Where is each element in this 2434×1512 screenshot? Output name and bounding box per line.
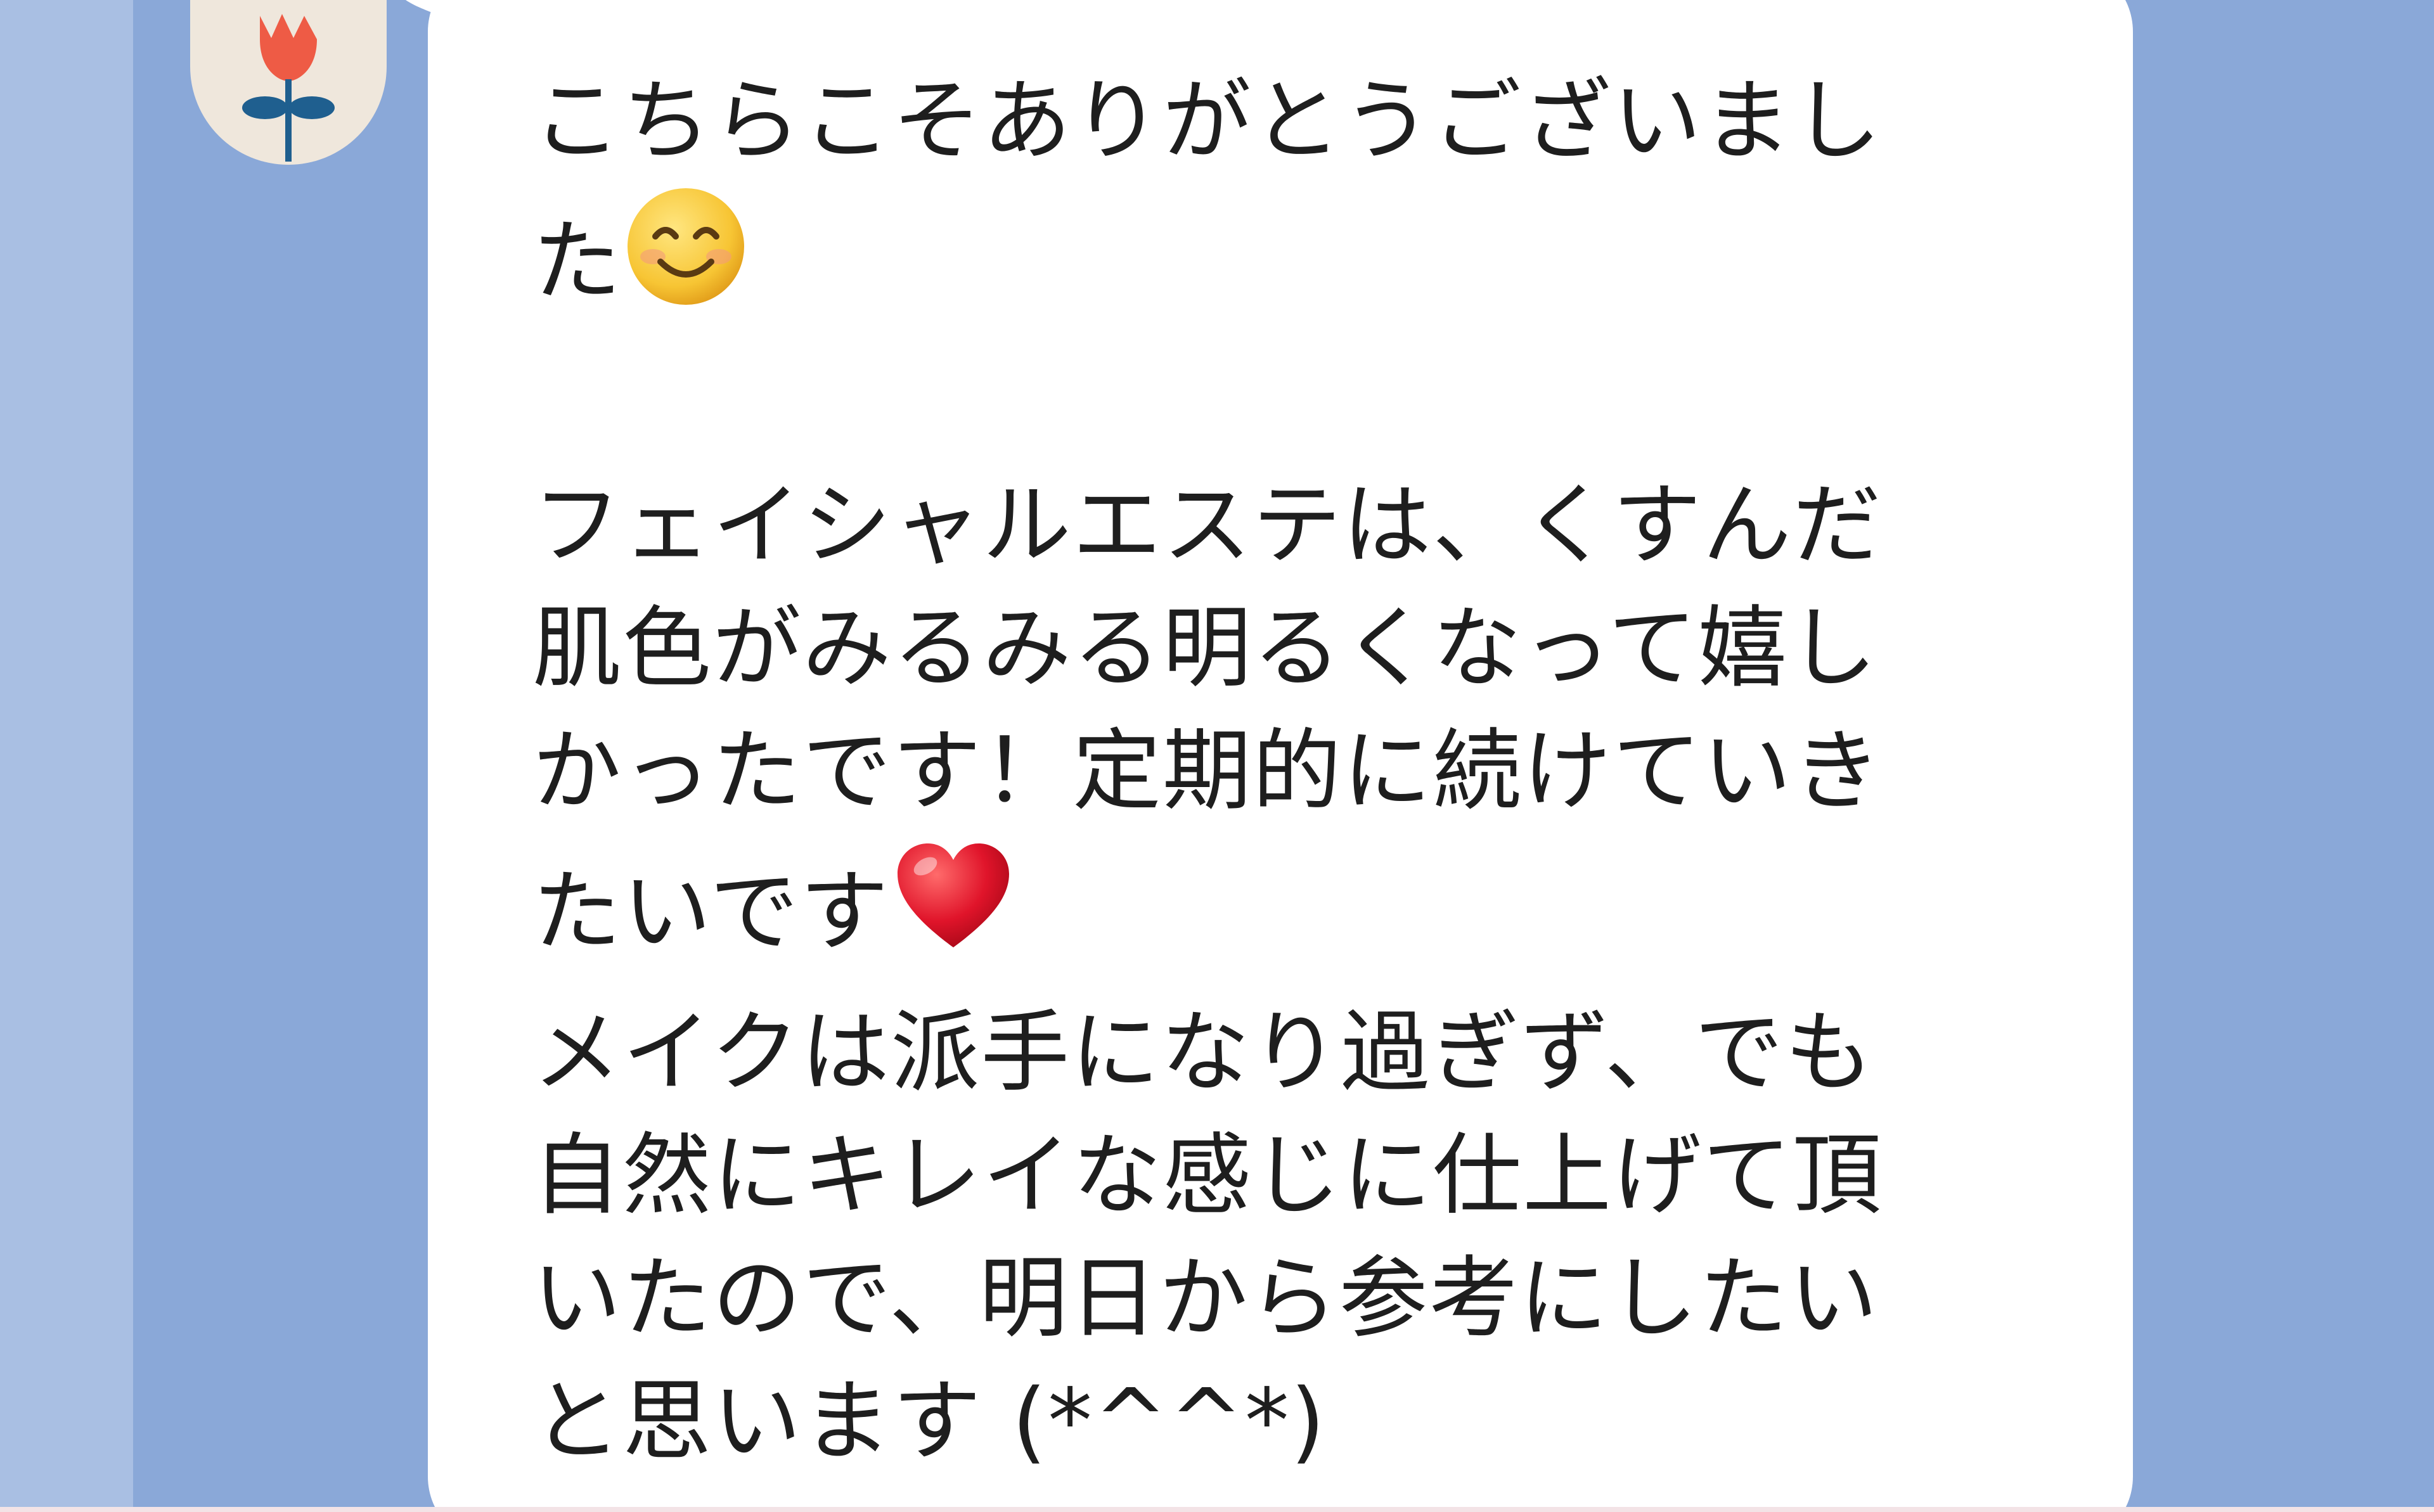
message-line: かったです！定期的に続けていき [532,710,2054,833]
message-text: こちらこそありがとうございまし た フェイシャルエステは、くすんだ 肌色がみるみ… [532,60,2054,1483]
bottom-strip [0,1507,2434,1512]
message-line: た [532,183,2054,342]
text-line: いたので、明日から参考にしたい [532,1247,1879,1350]
message-line: 自然にキレイな感じに仕上げて頂 [532,1115,2054,1238]
message-line: たいです [532,833,2054,992]
text-line: メイクは派手になり過ぎず、でも [532,1001,1875,1105]
message-line: メイクは派手になり過ぎず、でも [532,992,2054,1115]
message-line: 肌色がみるみる明るくなって嬉し [532,587,2054,710]
message-line: いたので、明日から参考にしたい [532,1238,2054,1361]
text-line: こちらこそありがとうございまし [532,70,1883,173]
avatar[interactable] [190,0,387,165]
text-line: 肌色がみるみる明るくなって嬉し [532,597,1879,700]
text-line: た [532,210,623,314]
smiling-face-icon [622,183,749,342]
text-line: かったです！定期的に続けていき [532,720,1883,823]
message-line: こちらこそありがとうございまし [532,60,2054,183]
message-line: と思います (*^^*) [532,1361,2054,1483]
red-heart-icon [890,833,1017,992]
chat-screen: こちらこそありがとうございまし た フェイシャルエステは、くすんだ 肌色がみるみ… [0,0,2434,1512]
text-line: たいです [532,861,890,964]
text-line: 自然にキレイな感じに仕上げて頂 [532,1124,1883,1227]
tulip-icon [242,14,335,162]
left-margin [0,0,133,1512]
message-line: フェイシャルエステは、くすんだ [532,464,2054,587]
text-line: と思います (*^^*) [532,1370,1327,1473]
text-line: フェイシャルエステは、くすんだ [532,474,1883,577]
